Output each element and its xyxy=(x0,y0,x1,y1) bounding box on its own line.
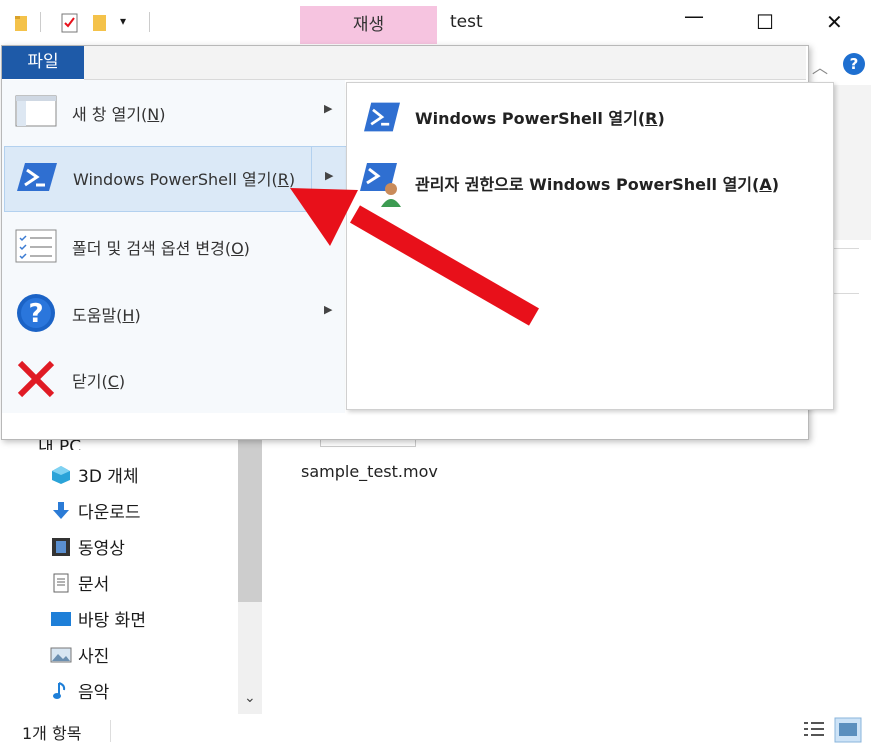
split-divider xyxy=(311,147,312,213)
nav-label: 문서 xyxy=(78,575,110,595)
file-menu-commands: 새 창 열기(N) ▶ Windows PowerShell 열기(R) ▶ 폴… xyxy=(2,80,348,413)
help-icon[interactable]: ? xyxy=(843,53,865,75)
collapse-ribbon-icon[interactable]: ︿ xyxy=(812,54,828,78)
powershell-icon xyxy=(364,102,400,132)
nav-label: 다운로드 xyxy=(78,503,141,523)
menu-item-label-tail: ) xyxy=(118,372,126,391)
menu-item-label: Windows PowerShell 열기( xyxy=(73,170,278,189)
desktop-icon xyxy=(51,611,71,626)
submenu-arrow-icon: ▶ xyxy=(324,102,333,115)
submenu-arrow-icon[interactable]: ▶ xyxy=(325,169,333,182)
nav-label: 바탕 화면 xyxy=(78,611,146,631)
search-box[interactable] xyxy=(832,248,859,294)
nav-item-3d-objects[interactable]: 3D 개체 xyxy=(50,462,139,488)
menu-item-label-tail: ) xyxy=(288,170,296,189)
powershell-submenu: Windows PowerShell 열기(R) 관리자 권한으로 Window… xyxy=(346,82,834,410)
new-folder-icon[interactable] xyxy=(92,12,108,32)
menu-item-label: 폴더 및 검색 옵션 변경( xyxy=(72,239,232,258)
window-title: test xyxy=(450,12,483,32)
menu-item-label: 도움말( xyxy=(72,306,123,325)
access-key: C xyxy=(107,372,119,391)
menu-item-label: 닫기( xyxy=(72,372,108,391)
access-key: H xyxy=(122,306,135,325)
submenu-item-open-powershell[interactable]: Windows PowerShell 열기(R) xyxy=(359,91,829,141)
tab-play[interactable]: 재생 xyxy=(300,6,437,44)
nav-item-downloads[interactable]: 다운로드 xyxy=(50,498,141,524)
minimize-button[interactable]: — xyxy=(684,4,704,28)
scroll-down-icon[interactable]: ⌄ xyxy=(244,690,256,706)
nav-item-documents[interactable]: 문서 xyxy=(50,570,109,596)
file-tab[interactable]: 파일 xyxy=(2,46,84,79)
file-menu-header xyxy=(84,46,806,80)
status-item-count: 1개 항목 xyxy=(22,724,82,743)
close-button[interactable]: ✕ xyxy=(826,10,843,34)
large-icons-view-icon[interactable] xyxy=(834,717,862,743)
music-icon xyxy=(53,681,66,699)
menu-item-folder-options[interactable]: 폴더 및 검색 옵션 변경(O) xyxy=(4,216,346,276)
svg-text:?: ? xyxy=(28,299,43,329)
pictures-icon xyxy=(50,647,72,662)
nav-item-videos[interactable]: 동영상 xyxy=(50,534,125,560)
customize-toolbar-icon[interactable]: ▾ xyxy=(120,14,126,28)
folder-options-icon xyxy=(15,229,57,263)
nav-label: 음악 xyxy=(78,683,110,703)
access-key: R xyxy=(277,170,289,189)
videos-icon xyxy=(52,537,70,556)
submenu-item-label-tail: ) xyxy=(657,109,665,128)
menu-item-label-tail: ) xyxy=(134,306,141,325)
submenu-arrow-icon: ▶ xyxy=(324,303,333,316)
ribbon-area xyxy=(832,85,871,240)
details-view-icon[interactable] xyxy=(802,718,826,742)
submenu-item-open-powershell-admin[interactable]: 관리자 권한으로 Windows PowerShell 열기(A) xyxy=(359,157,829,207)
folder-icon[interactable] xyxy=(14,14,30,32)
downloads-icon xyxy=(53,501,69,519)
powershell-icon xyxy=(17,163,57,191)
help-icon: ? xyxy=(17,294,55,332)
nav-item-pictures[interactable]: 사진 xyxy=(50,642,109,668)
menu-item-help[interactable]: ? 도움말(H) ▶ xyxy=(4,283,346,343)
divider xyxy=(40,12,41,32)
menu-item-label-tail: ) xyxy=(159,105,166,124)
submenu-item-label: 관리자 권한으로 Windows PowerShell 열기( xyxy=(415,175,760,194)
menu-item-open-powershell[interactable]: Windows PowerShell 열기(R) ▶ xyxy=(4,146,348,213)
file-name[interactable]: sample_test.mov xyxy=(301,462,438,481)
nav-item-music[interactable]: 음악 xyxy=(50,678,109,704)
powershell-admin-icon xyxy=(360,163,401,207)
access-key: O xyxy=(231,239,244,258)
divider xyxy=(110,720,111,742)
access-key: R xyxy=(645,109,658,128)
menu-item-close[interactable]: 닫기(C) xyxy=(4,349,346,409)
new-window-icon xyxy=(15,95,57,127)
menu-item-label-tail: ) xyxy=(243,239,250,258)
access-key: A xyxy=(759,175,772,194)
menu-item-label: 새 창 열기( xyxy=(72,105,148,124)
access-key: N xyxy=(147,105,160,124)
documents-icon xyxy=(53,573,69,592)
nav-item-desktop[interactable]: 바탕 화면 xyxy=(50,606,146,632)
nav-label: 3D 개체 xyxy=(78,467,139,487)
submenu-item-label-tail: ) xyxy=(771,175,780,194)
maximize-button[interactable]: ☐ xyxy=(756,10,774,34)
nav-label: 동영상 xyxy=(78,539,125,559)
3d-objects-icon xyxy=(52,465,70,484)
menu-item-new-window[interactable]: 새 창 열기(N) ▶ xyxy=(4,82,346,142)
submenu-item-label: Windows PowerShell 열기( xyxy=(415,109,646,128)
scrollbar-thumb[interactable] xyxy=(238,438,262,602)
nav-label: 사진 xyxy=(78,647,110,667)
close-x-icon xyxy=(17,360,55,398)
properties-icon[interactable] xyxy=(60,12,80,34)
divider xyxy=(149,12,150,32)
